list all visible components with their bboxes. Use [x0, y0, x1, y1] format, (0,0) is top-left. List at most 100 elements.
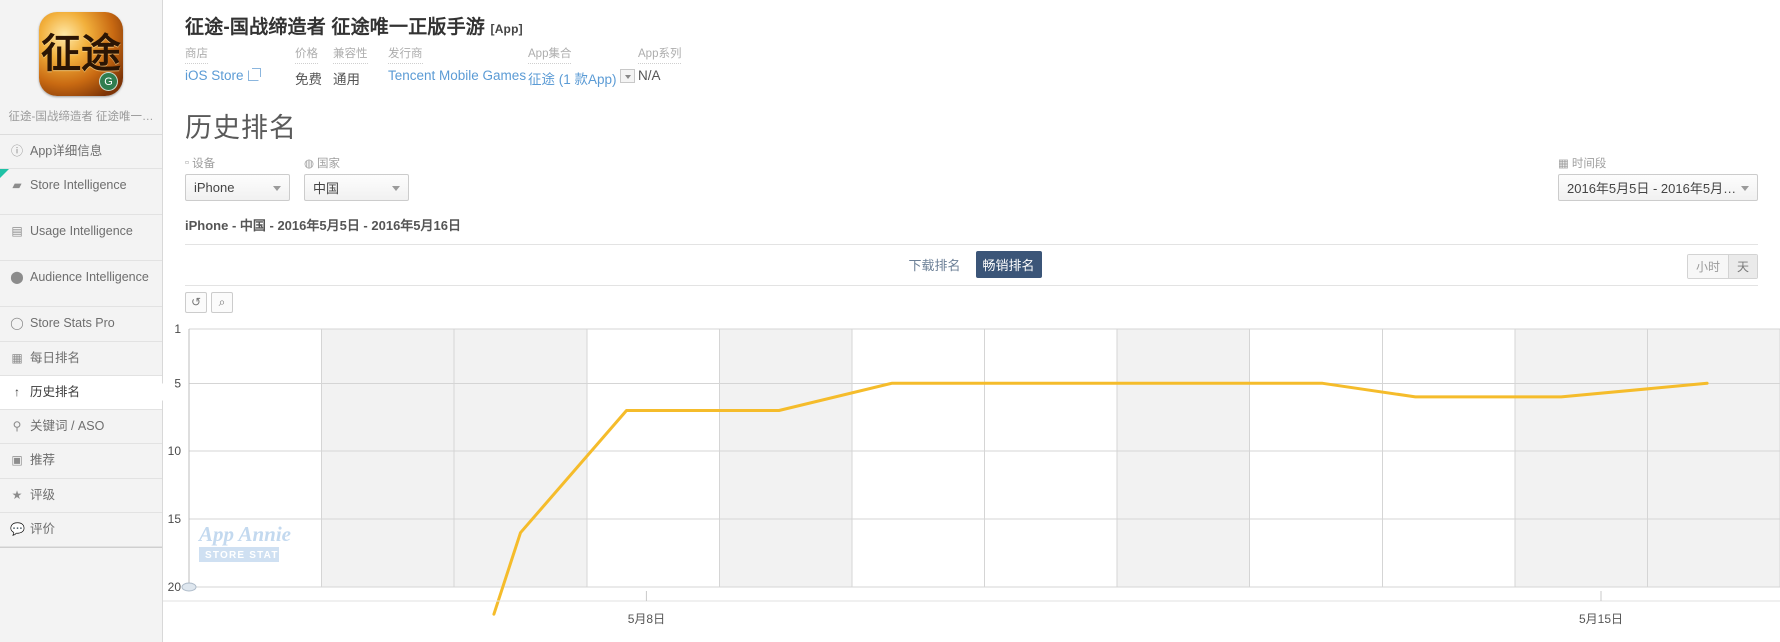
device-filter: ▫ 设备 iPhone: [185, 155, 290, 201]
key-icon: ⚲: [12, 419, 22, 433]
app-icon: 征途 G: [39, 12, 123, 96]
sidebar-item-label: Usage Intelligence: [30, 224, 133, 239]
rank-type-tabs: 下载排名 畅销排名: [901, 251, 1042, 279]
sidebar-item-0[interactable]: ⓘ App详细信息: [0, 135, 162, 170]
device-icon: ▫: [185, 156, 190, 169]
country-select[interactable]: 中国: [304, 173, 409, 201]
sidebar-item-8[interactable]: ▣ 推荐: [0, 444, 162, 479]
sidebar-item-label: 关键词 / ASO: [30, 419, 105, 433]
chart-ytick-4: 20: [168, 580, 182, 594]
sidebar-app-name: 征途-国战缔造者 征途唯一…: [0, 102, 162, 135]
meta-value[interactable]: Tencent Mobile Games: [388, 68, 528, 83]
range-handle[interactable]: [181, 582, 197, 592]
meta-value-text: N/A: [638, 67, 661, 83]
country-label-text: 国家: [317, 157, 341, 170]
person-icon: ⬤: [10, 270, 24, 285]
sidebar: 征途 G 征途-国战缔造者 征途唯一… ⓘ App详细信息 ▰ Store Intel…: [0, 0, 163, 642]
flag-icon: ▣: [11, 453, 23, 468]
rank-tab-0[interactable]: 下载排名: [901, 251, 967, 278]
granularity-option-0[interactable]: 小时: [1687, 254, 1728, 278]
sidebar-item-9[interactable]: ★ 评级: [0, 479, 162, 513]
chevron-down-icon: [1741, 185, 1749, 191]
granularity-option-1[interactable]: 天: [1727, 254, 1757, 278]
calendar-icon: ▦: [11, 350, 23, 365]
zoom-button[interactable]: ⌕: [211, 291, 233, 313]
sidebar-item-label: Store Intelligence: [30, 178, 127, 193]
info-icon: ⓘ: [10, 144, 23, 158]
briefcase-icon: ▰: [12, 178, 22, 193]
meta-label: 发行商: [388, 47, 423, 64]
globe-icon: ◍: [304, 157, 315, 170]
meta-value-text: 免费: [295, 71, 322, 87]
circle-icon: ◯: [10, 316, 24, 331]
app-title: 征途-国战缔造者 征途唯一正版手游 [App]: [185, 12, 1780, 39]
meta-col-1: 价格 免费: [295, 44, 333, 88]
main-content: 征途-国战缔造者 征途唯一正版手游 [App] 商店 iOS Store 价格免费兼…: [163, 0, 1780, 642]
daterange-select-value: 2016年5月5日 - 2016年5月…: [1567, 180, 1737, 196]
meta-label: App集合: [528, 47, 572, 64]
watermark-sub: STORE STATS: [205, 550, 287, 561]
arrow-up-icon: ↑: [14, 384, 20, 399]
device-label-text: 设备: [192, 157, 216, 170]
chart-band-2: [1117, 328, 1250, 587]
star-icon: ★: [11, 487, 23, 502]
country-filter-label: ◍ 国家: [304, 155, 409, 171]
watermark-brand: App Annie: [197, 522, 291, 546]
meta-value-link[interactable]: iOS Store: [185, 68, 244, 83]
filter-bar: ▫ 设备 iPhone ◍ 国家 中国 ▦ 时间段 2016年5月5日 - 20…: [163, 145, 1780, 201]
country-select-value: 中国: [313, 180, 340, 196]
app-title-suffix: [App]: [490, 22, 523, 36]
sidebar-item-2[interactable]: ▤ Usage Intelligence: [0, 215, 162, 262]
chevron-down-icon: [273, 185, 281, 191]
device-filter-label: ▫ 设备: [185, 155, 290, 171]
meta-value: 通用: [333, 68, 388, 88]
chart-icon: ▤: [11, 224, 23, 239]
rank-history-chart[interactable]: 15101520App AnnieSTORE STATS5月8日 5月15日: [163, 319, 1780, 642]
granularity-toggle: 小时天: [1686, 253, 1758, 279]
daterange-filter: ▦ 时间段 2016年5月5日 - 2016年5月…: [1558, 155, 1758, 201]
meta-label: 商店: [185, 47, 208, 64]
rank-tab-1[interactable]: 畅销排名: [975, 251, 1042, 279]
sidebar-item-10[interactable]: 💬 评价: [0, 513, 162, 547]
meta-value-link[interactable]: Tencent Mobile Games: [388, 68, 526, 83]
meta-value[interactable]: iOS Store: [185, 67, 295, 83]
meta-value[interactable]: 征途 (1 款App): [528, 68, 638, 88]
publisher-badge-icon: G: [99, 72, 118, 91]
meta-value-link[interactable]: 征途 (1 款App): [528, 72, 617, 87]
sidebar-item-label: 每日排名: [30, 350, 81, 365]
chart-xtick-0: 5月8日: [628, 612, 665, 626]
sidebar-item-1[interactable]: ▰ Store Intelligence: [0, 169, 162, 216]
sidebar-item-label: Store Stats Pro: [30, 316, 115, 331]
app-header: 征途-国战缔造者 征途唯一正版手游 [App] 商店 iOS Store 价格免费兼…: [163, 0, 1780, 94]
sidebar-item-7[interactable]: ⚲ 关键词 / ASO: [0, 410, 162, 445]
sidebar-item-3[interactable]: ⬤ Audience Intelligence: [0, 261, 162, 308]
app-meta-row: 商店 iOS Store 价格免费 兼容性通用 发行商 Tencent Mobile Ga…: [185, 44, 1780, 88]
chart-band-1: [719, 328, 852, 587]
device-select[interactable]: iPhone: [185, 173, 290, 201]
sidebar-item-6[interactable]: ↑ 历史排名: [0, 375, 162, 410]
meta-label: 价格: [295, 47, 318, 64]
reset-zoom-button[interactable]: ↺: [185, 291, 207, 313]
watermark: App Annie STORE STATS: [197, 522, 291, 562]
chart-area: 1 5 10 15 20 App Annie STORE STATS 5月8日 5月15日: [163, 319, 1780, 642]
meta-value: N/A: [638, 68, 698, 83]
app-icon-container: 征途 G: [0, 0, 162, 102]
sidebar-item-label: 推荐: [30, 453, 56, 468]
meta-label: App系列: [638, 47, 682, 64]
sidebar-item-5[interactable]: ▦ 每日排名: [0, 342, 162, 376]
daterange-select[interactable]: 2016年5月5日 - 2016年5月…: [1558, 173, 1758, 201]
sidebar-nav-end-divider: [0, 547, 162, 548]
meta-col-3: 发行商 Tencent Mobile Games: [388, 44, 528, 83]
meta-value: 免费: [295, 68, 333, 88]
external-link-icon[interactable]: [247, 67, 261, 81]
meta-col-0: 商店 iOS Store: [185, 44, 295, 83]
sidebar-item-label: Audience Intelligence: [30, 270, 149, 285]
meta-col-5: App系列 N/A: [638, 44, 698, 83]
sidebar-item-4[interactable]: ◯ Store Stats Pro: [0, 307, 162, 342]
sidebar-nav: ⓘ App详细信息 ▰ Store Intelligence ▤ Usage Intell…: [0, 135, 162, 548]
sidebar-item-label: 评级: [30, 487, 56, 502]
chart-xtick-1: 5月15日: [1579, 612, 1623, 626]
meta-label: 兼容性: [333, 47, 368, 64]
chart-ytick-2: 10: [168, 444, 182, 458]
chevron-down-icon[interactable]: [619, 68, 635, 83]
